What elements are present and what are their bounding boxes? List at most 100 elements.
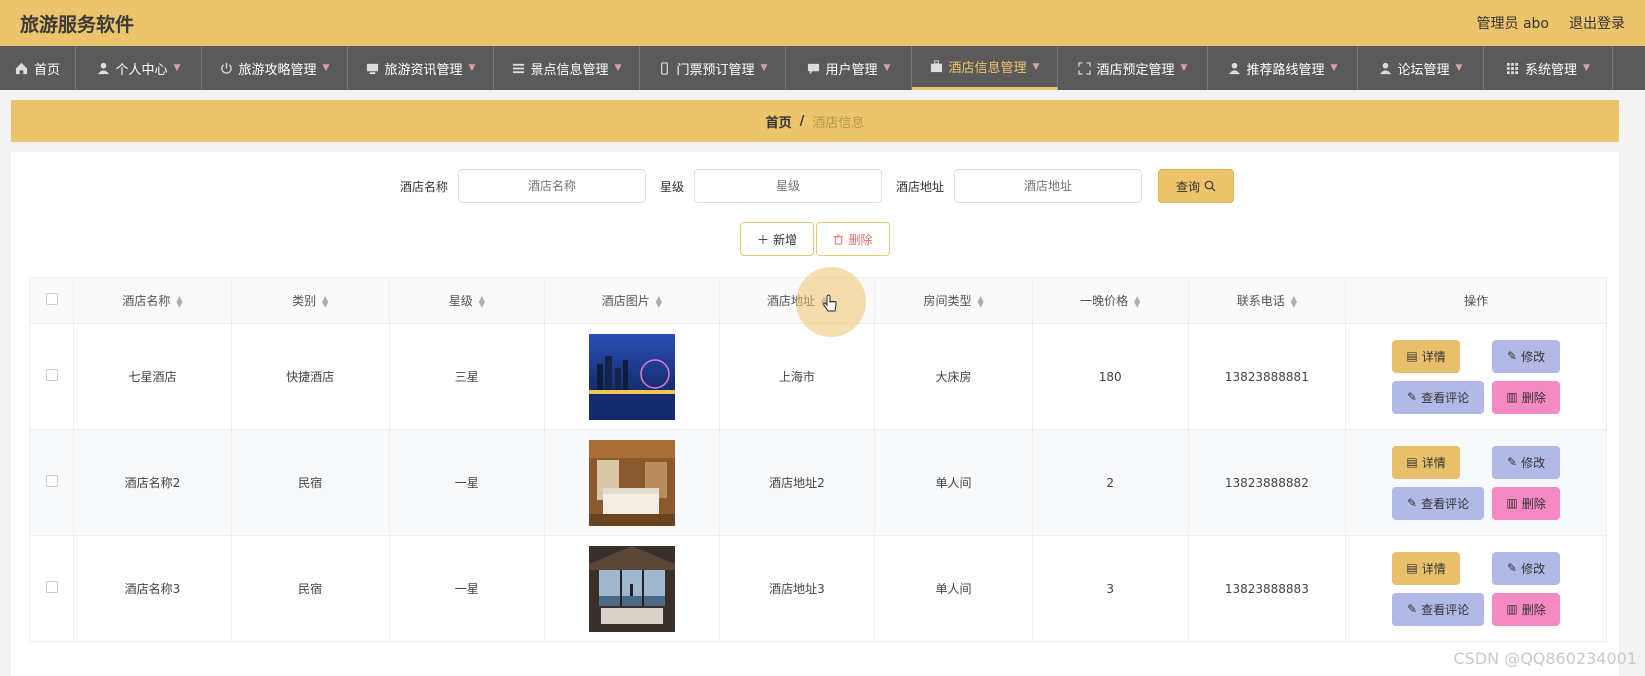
nav-item-4[interactable]: 景点信息管理 ▼ [494, 46, 640, 90]
nav-item-0[interactable]: 首页 [0, 46, 76, 90]
nav-item-11[interactable]: 系统管理 ▼ [1484, 46, 1613, 90]
sort-icon[interactable]: ▲▼ [1134, 294, 1140, 308]
briefcase-icon [930, 60, 943, 73]
cell-star: 一星 [388, 535, 546, 642]
column-header-2[interactable]: 星级 ▲ ▼ [388, 277, 546, 324]
delete-button[interactable]: 删除 [816, 222, 890, 256]
column-header-1[interactable]: 类别 ▲ ▼ [230, 277, 390, 324]
nav-item-7[interactable]: 酒店信息管理 ▼ [912, 46, 1058, 90]
chevron-down-icon: ▼ [468, 63, 476, 73]
fullscreen-icon [1077, 61, 1091, 75]
nav-item-label: 用户管理 [825, 62, 878, 78]
trash-icon: ▥ [1506, 390, 1518, 404]
hotel-image[interactable] [588, 333, 675, 420]
sort-icon[interactable]: ▲▼ [977, 294, 983, 308]
add-button[interactable]: ＋ 新增 [740, 222, 814, 256]
image-cell [544, 535, 720, 642]
column-header-label: 操作 [1464, 294, 1489, 308]
edit-button[interactable]: ✎ 修改 [1492, 339, 1561, 373]
nav-item-10[interactable]: 论坛管理 ▼ [1358, 46, 1484, 90]
select-all-checkbox[interactable] [45, 293, 58, 305]
query-button[interactable]: 查询 [1158, 169, 1235, 203]
edit-icon: ✎ [1507, 561, 1518, 575]
search-bar: 酒店名称 星级 酒店地址 查询 [11, 169, 1619, 203]
column-header-0[interactable]: 酒店名称 ▲ ▼ [73, 277, 232, 324]
view-comments-button[interactable]: ✎ 查看评论 [1392, 486, 1485, 520]
edit-label: 修改 [1521, 455, 1546, 470]
remove-label: 删除 [1521, 602, 1546, 617]
add-label: 新增 [773, 232, 798, 247]
sort-icon[interactable]: ▲▼ [479, 294, 485, 308]
breadcrumb-current: 酒店信息 [812, 115, 865, 131]
cell-room: 单人间 [874, 429, 1033, 536]
cell-room: 大床房 [874, 323, 1033, 430]
edit-icon: ✎ [1507, 349, 1518, 363]
column-header-8: 操作 [1345, 277, 1607, 324]
chevron-down-icon: ▼ [1330, 63, 1338, 73]
home-icon [15, 62, 28, 75]
hotel-image[interactable] [588, 545, 675, 632]
remove-button[interactable]: ▥ 删除 [1492, 592, 1561, 626]
edit-button[interactable]: ✎ 修改 [1492, 445, 1561, 479]
nav-item-label: 酒店信息管理 [948, 61, 1027, 76]
nav-item-label: 论坛管理 [1397, 62, 1450, 78]
operations-cell: ▤ 详情 ✎ 修改 ✎ 查看评论 ▥ 删除 [1345, 323, 1607, 430]
detail-button[interactable]: ▤ 详情 [1392, 339, 1461, 373]
query-label: 查询 [1176, 179, 1201, 194]
star-input[interactable] [694, 169, 882, 203]
edit-icon: ✎ [1407, 390, 1418, 404]
image-cell [544, 429, 720, 536]
sort-icon[interactable]: ▲▼ [322, 294, 328, 308]
row-select-cell [28, 429, 75, 536]
hotel-image[interactable] [588, 439, 675, 526]
row-checkbox[interactable] [45, 581, 58, 593]
row-select-cell [28, 535, 75, 642]
chevron-down-icon: ▼ [173, 63, 181, 73]
nav-item-6[interactable]: 用户管理 ▼ [786, 46, 912, 90]
chevron-down-icon: ▼ [1032, 61, 1040, 72]
nav-item-1[interactable]: 个人中心 ▼ [76, 46, 202, 90]
nav-item-5[interactable]: 门票预订管理 ▼ [640, 46, 786, 90]
hotel-name-input[interactable] [457, 169, 646, 203]
plus-icon: ＋ [756, 232, 769, 247]
hotel-address-input[interactable] [954, 169, 1143, 203]
cell-name: 七星酒店 [73, 323, 232, 430]
sort-icon[interactable]: ▲▼ [176, 294, 182, 308]
chevron-down-icon: ▼ [322, 63, 330, 73]
view-comments-button[interactable]: ✎ 查看评论 [1392, 380, 1485, 414]
column-header-3[interactable]: 酒店图片 ▲ ▼ [544, 277, 720, 324]
view-comments-button[interactable]: ✎ 查看评论 [1392, 592, 1485, 626]
cell-price: 3 [1031, 535, 1189, 642]
nav-item-3[interactable]: 旅游资讯管理 ▼ [348, 46, 494, 90]
document-icon: ▤ [1406, 455, 1418, 469]
list-icon [512, 62, 525, 75]
detail-button[interactable]: ▤ 详情 [1392, 445, 1461, 479]
cell-address: 酒店地址2 [718, 429, 876, 536]
breadcrumb-separator: / [799, 113, 805, 129]
remove-button[interactable]: ▥ 删除 [1492, 486, 1561, 520]
admin-user[interactable]: 管理员 abo [1477, 13, 1549, 33]
nav-item-2[interactable]: 旅游攻略管理 ▼ [202, 46, 348, 90]
column-header-7[interactable]: 联系电话 ▲ ▼ [1187, 277, 1347, 324]
table-row: 七星酒店 快捷酒店 三星 上海市 大床房 180 13823888881 ▤ 详情 ✎ 修改 ✎ 查看评… [28, 323, 1607, 430]
column-header-label: 类别 [292, 294, 317, 308]
remove-button[interactable]: ▥ 删除 [1492, 380, 1561, 414]
sort-icon[interactable]: ▲▼ [1291, 294, 1297, 308]
sort-icon[interactable]: ▲▼ [656, 294, 662, 308]
monitor-icon [366, 62, 379, 75]
chevron-down-icon: ▼ [760, 63, 768, 73]
nav-item-label: 系统管理 [1525, 62, 1578, 78]
nav-item-9[interactable]: 推荐路线管理 ▼ [1208, 46, 1358, 90]
row-checkbox[interactable] [45, 369, 58, 381]
edit-button[interactable]: ✎ 修改 [1492, 551, 1561, 585]
column-header-6[interactable]: 一晚价格 ▲ ▼ [1031, 277, 1189, 324]
detail-button[interactable]: ▤ 详情 [1392, 551, 1461, 585]
chevron-down-icon: ▼ [1180, 63, 1188, 73]
row-checkbox[interactable] [45, 475, 58, 487]
column-header-5[interactable]: 房间类型 ▲ ▼ [874, 277, 1033, 324]
breadcrumb-home[interactable]: 首页 [766, 112, 792, 131]
trash-icon: ▥ [1506, 496, 1518, 510]
chevron-down-icon: ▼ [883, 63, 891, 73]
nav-item-8[interactable]: 酒店预定管理 ▼ [1058, 46, 1208, 90]
logout-link[interactable]: 退出登录 [1569, 13, 1625, 33]
